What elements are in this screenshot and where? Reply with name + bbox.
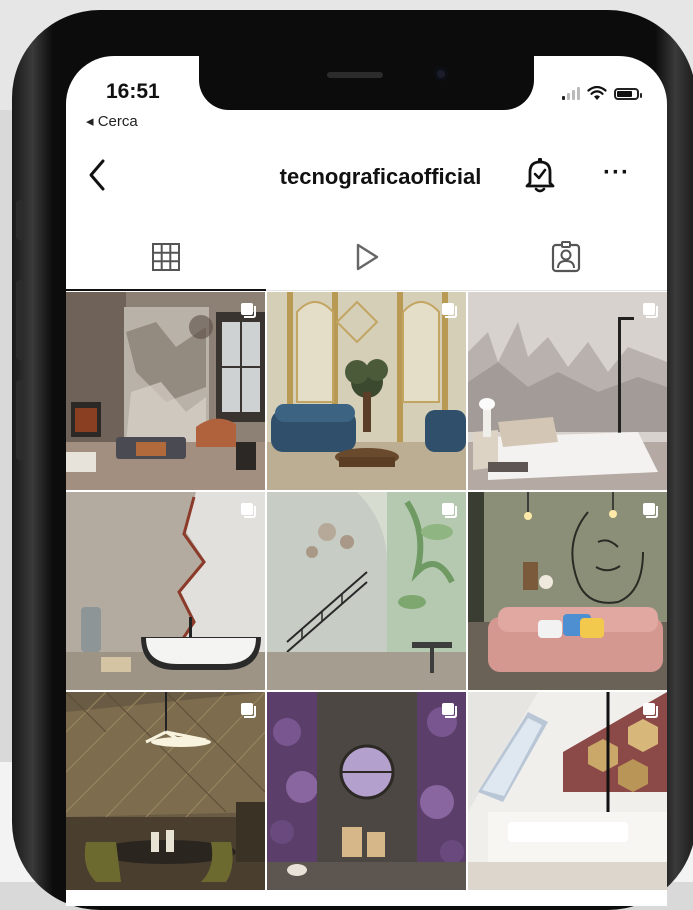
multiple-posts-icon [442,303,457,318]
post-thumbnail[interactable] [468,292,667,490]
notch [199,56,534,110]
wifi-icon [587,86,607,100]
multiple-posts-icon [241,703,256,718]
screen: 16:51 ◂ Cerca tecnograficaofficial ··· [66,56,667,906]
post-image [66,492,265,690]
post-thumbnail[interactable] [66,492,265,690]
battery-level [617,90,632,97]
more-options-button[interactable]: ··· [603,161,630,185]
notifications-button[interactable] [522,156,558,199]
post-image [267,292,466,490]
posts-grid [66,292,667,890]
profile-tabs [66,224,667,291]
post-image [66,292,265,490]
tab-reels[interactable] [266,224,466,290]
speaker [327,72,383,78]
post-image [267,492,466,690]
mute-switch [16,200,24,240]
post-image [468,292,667,490]
multiple-posts-icon [643,303,658,318]
bell-icon [525,158,555,193]
multiple-posts-icon [241,503,256,518]
profile-username: tecnograficaofficial [279,164,482,189]
post-image [267,692,466,890]
more-icon: ··· [603,159,630,186]
multiple-posts-icon [643,503,658,518]
volume-down-button [16,380,24,460]
post-image [468,692,667,890]
profile-header: tecnograficaofficial ··· [66,146,667,206]
back-to-app-link[interactable]: ◂ Cerca [86,112,138,130]
multiple-posts-icon [442,503,457,518]
multiple-posts-icon [643,703,658,718]
play-icon [356,243,379,271]
status-icons [562,86,642,101]
post-thumbnail[interactable] [66,292,265,490]
post-thumbnail[interactable] [468,492,667,690]
signal-icon [562,87,580,100]
volume-up-button [16,280,24,360]
tab-grid[interactable] [66,224,266,291]
tab-tagged[interactable] [466,224,666,290]
post-thumbnail[interactable] [267,692,466,890]
post-thumbnail[interactable] [66,692,265,890]
multiple-posts-icon [241,303,256,318]
multiple-posts-icon [442,703,457,718]
grid-icon [152,243,180,271]
tagged-person-icon [551,241,581,273]
post-thumbnail[interactable] [267,492,466,690]
post-image [66,692,265,890]
camera [434,67,448,81]
post-thumbnail[interactable] [267,292,466,490]
phone-frame: 16:51 ◂ Cerca tecnograficaofficial ··· [12,10,693,910]
post-image [468,492,667,690]
battery-icon [614,87,642,100]
status-time: 16:51 [106,80,160,103]
post-thumbnail[interactable] [468,692,667,890]
